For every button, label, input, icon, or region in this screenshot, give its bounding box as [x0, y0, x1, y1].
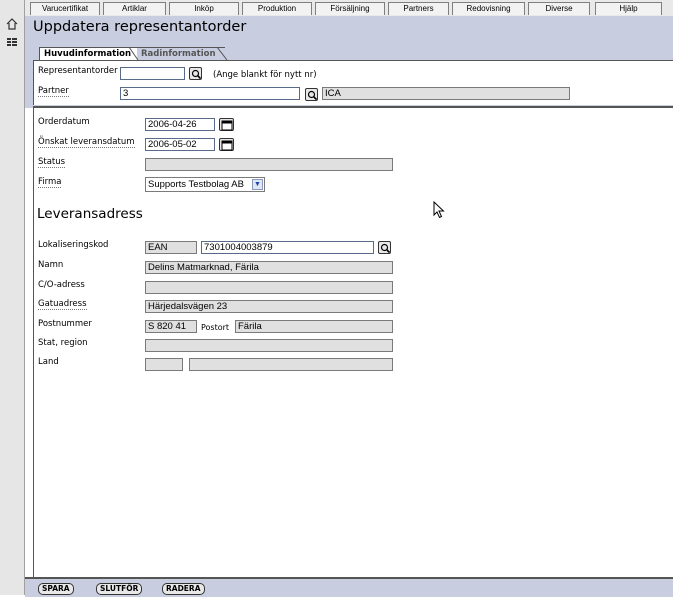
tab-corner	[216, 46, 229, 61]
menu-produktion[interactable]: Produktion	[242, 2, 312, 15]
menu-forsaljning[interactable]: Försäljning	[315, 2, 385, 15]
list-icon[interactable]	[6, 36, 18, 48]
location-code-input[interactable]: 7301004003879	[201, 241, 374, 254]
calendar-icon	[221, 120, 233, 131]
status-label: Status	[38, 157, 66, 168]
partner-label: Partner	[38, 86, 69, 97]
calendar-icon	[221, 140, 233, 151]
street-label: Gatuadress	[38, 299, 87, 310]
search-icon	[191, 69, 202, 80]
name-label: Namn	[38, 260, 64, 270]
location-type-field: EAN	[145, 241, 197, 254]
partner-search-button[interactable]	[305, 88, 318, 101]
country-label: Land	[38, 357, 59, 367]
co-address-field	[145, 281, 393, 294]
menu-varucertifikat[interactable]: Varucertifikat	[30, 2, 100, 15]
tab-corner-main	[128, 46, 139, 61]
finish-button[interactable]: SLUTFÖR	[96, 583, 143, 595]
orderdate-calendar-button[interactable]	[219, 118, 234, 131]
menu-hjalp[interactable]: Hjälp	[595, 2, 662, 15]
menu-artiklar[interactable]: Artiklar	[103, 2, 166, 15]
location-search-button[interactable]	[378, 241, 391, 254]
menu-diverse[interactable]: Diverse	[528, 2, 590, 15]
postcode-label: Postnummer	[38, 319, 92, 329]
delivery-date-label: Önskat leveransdatum	[38, 137, 135, 148]
tab-radinformation[interactable]: Radinformation	[137, 47, 225, 60]
chevron-down-icon[interactable]: ▼	[252, 179, 263, 190]
company-label: Firma	[38, 177, 62, 188]
co-address-label: C/O-adress	[38, 280, 85, 290]
name-field: Delins Matmarknad, Färila	[145, 261, 393, 274]
city-field: Färila	[235, 320, 393, 333]
orderdate-label: Orderdatum	[38, 117, 90, 127]
order-number-input[interactable]	[120, 67, 185, 80]
partner-input[interactable]: 3	[120, 87, 300, 100]
home-icon[interactable]	[6, 18, 18, 30]
delete-button[interactable]: RADERA	[162, 583, 205, 595]
order-search-button[interactable]	[189, 67, 202, 80]
search-icon	[380, 243, 391, 254]
state-label: Stat, region	[38, 338, 88, 348]
page-title: Uppdatera representantorder	[33, 19, 247, 35]
orderdate-input[interactable]: 2006-04-26	[145, 118, 215, 131]
order-hint: (Ange blankt för nytt nr)	[213, 70, 317, 80]
state-field	[145, 339, 393, 352]
company-select[interactable]: Supports Testbolag AB ▼	[145, 177, 265, 192]
city-label: Postort	[201, 323, 230, 332]
mouse-cursor-icon	[433, 200, 445, 219]
country-name-field	[189, 358, 393, 371]
street-field: Härjedalsvägen 23	[145, 300, 393, 313]
company-select-value: Supports Testbolag AB	[148, 179, 244, 190]
left-toolbar	[0, 0, 25, 595]
country-code-field	[145, 358, 183, 371]
delivery-address-heading: Leveransadress	[37, 206, 143, 222]
menu-partners[interactable]: Partners	[388, 2, 449, 15]
delivery-date-input[interactable]: 2006-05-02	[145, 138, 215, 151]
menu-redovisning[interactable]: Redovisning	[452, 2, 525, 15]
menu-inkop[interactable]: Inköp	[169, 2, 239, 15]
postcode-field: S 820 41	[145, 320, 197, 333]
order-label: Representantorder	[38, 66, 118, 76]
location-code-label: Lokaliseringskod	[38, 240, 109, 250]
tab-huvudinformation[interactable]: Huvudinformation	[39, 47, 139, 60]
partner-name-field: ICA	[322, 87, 570, 100]
search-icon	[307, 90, 318, 101]
status-field	[145, 158, 393, 171]
save-button[interactable]: SPARA	[38, 583, 74, 595]
delivery-calendar-button[interactable]	[219, 138, 234, 151]
